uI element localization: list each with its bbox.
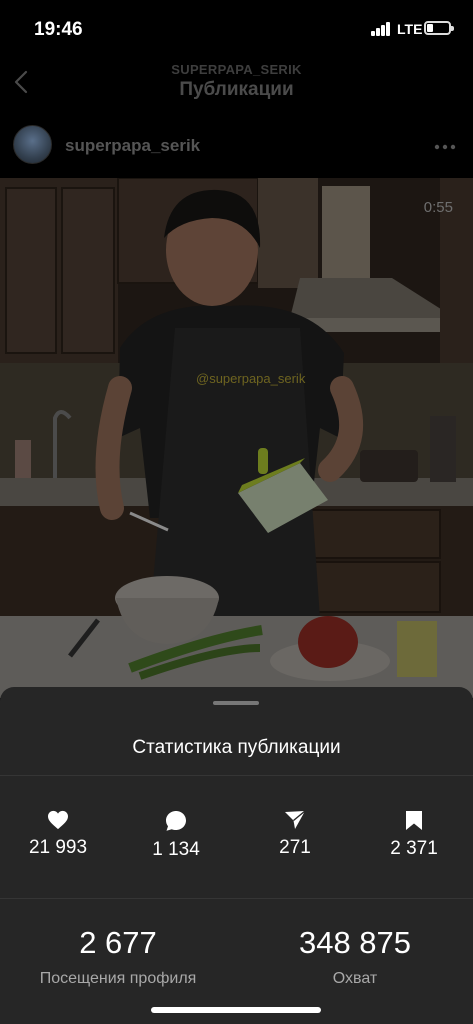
post-video[interactable]: @superpapa_serik 0:55 [0,178,473,698]
more-dots-icon [434,144,456,150]
sheet-drag-handle[interactable] [213,701,259,705]
divider [0,898,473,899]
network-type: LTE [397,21,423,37]
likes-stat: 21 993 [3,810,113,859]
cellular-signal-icon [371,22,393,36]
divider [0,775,473,776]
insights-title: Статистика публикации [132,737,341,758]
bookmark-icon [406,811,422,830]
status-bar: 19:46 LTE [0,0,473,56]
comments-count: 1 134 [152,839,200,860]
profile-visits-stat: 2 677 Посещения профиля [0,925,236,988]
status-time: 19:46 [34,19,83,40]
page-title: Публикации [179,79,294,100]
reach-count: 348 875 [298,925,412,960]
profile-visits-count: 2 677 [79,925,157,960]
profile-visits-label: Посещения профиля [39,970,197,987]
insights-sheet: Статистика публикации 21 993 1 134 271 2… [0,687,473,1024]
post-author-row: superpapa_serik [0,112,473,178]
comment-icon [166,811,186,831]
saves-stat: 2 371 [359,810,469,860]
saves-count: 2 371 [390,838,438,859]
shares-stat: 271 [240,810,350,859]
likes-count: 21 993 [28,837,88,858]
apron-text: @superpapa_serik [196,371,306,386]
share-icon [285,810,306,829]
more-options-button[interactable] [434,134,456,155]
reach-stat: 348 875 Охват [237,925,473,988]
reach-label: Охват [332,970,378,987]
shares-count: 271 [279,837,311,858]
header-username: SUPERPAPA_SERIK [171,62,302,77]
heart-icon [48,810,68,830]
home-indicator[interactable] [151,1007,321,1013]
video-duration: 0:55 [423,199,453,216]
nav-header: SUPERPAPA_SERIK Публикации [0,56,473,112]
battery-icon [424,21,454,35]
avatar[interactable] [13,125,52,164]
post-username[interactable]: superpapa_serik [65,136,200,156]
video-frame-image: @superpapa_serik [0,178,473,698]
comments-stat: 1 134 [121,810,231,861]
